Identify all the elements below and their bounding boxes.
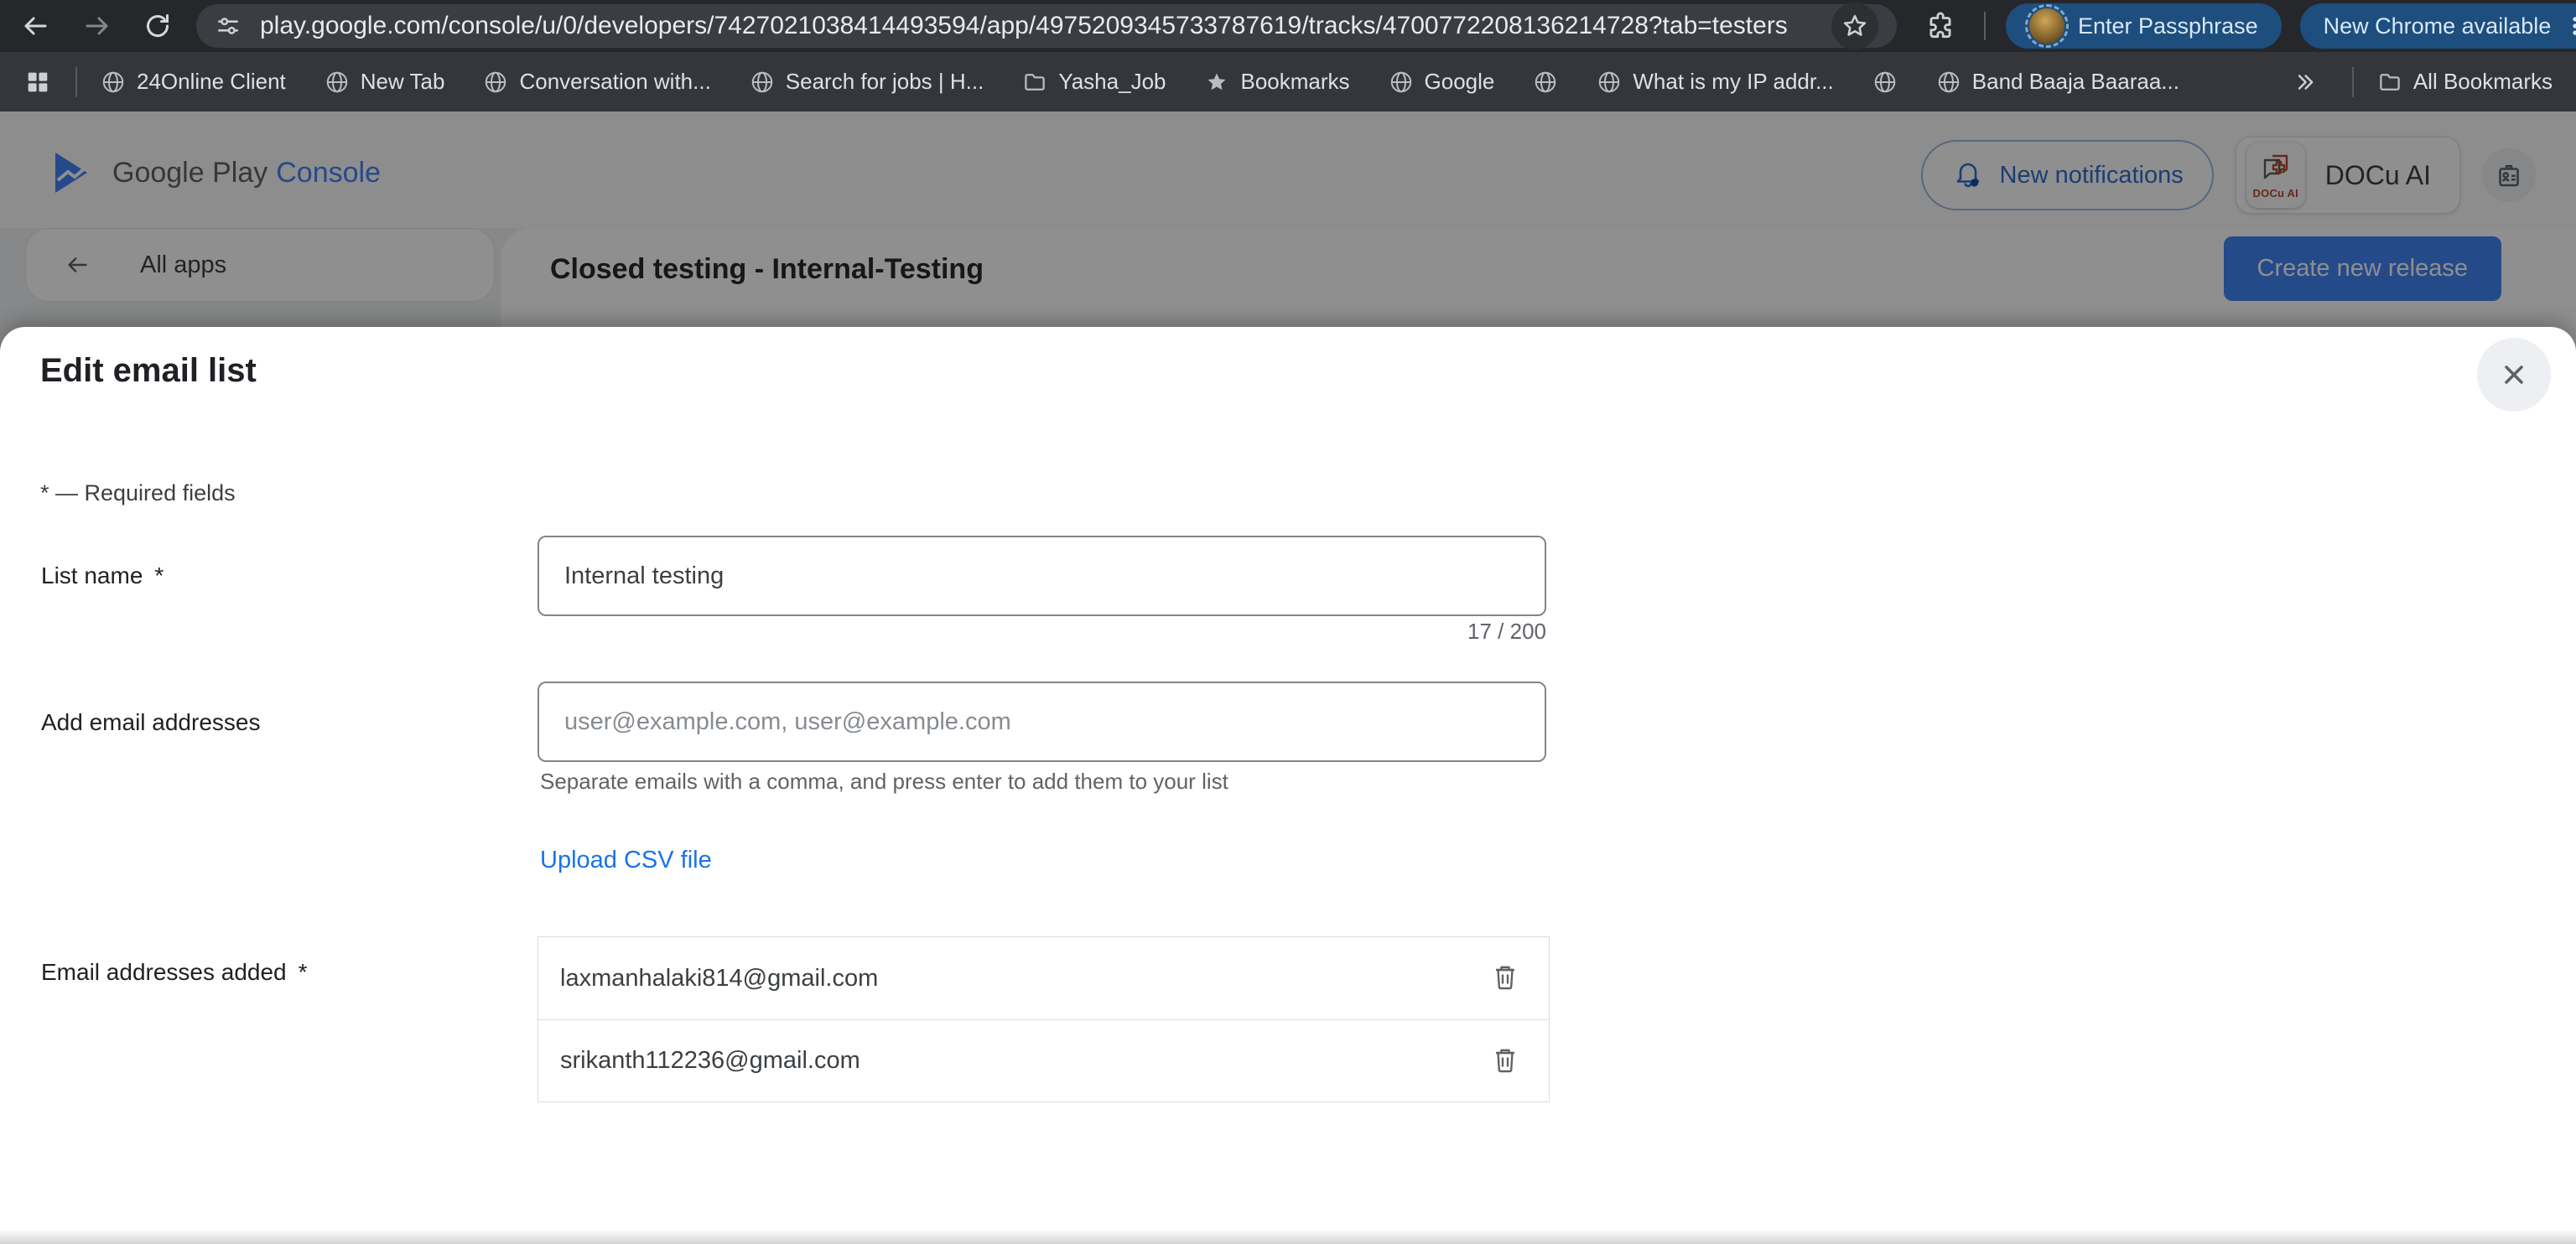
bookmark-item[interactable]: New Tab [325, 69, 445, 95]
globe-icon [750, 70, 775, 95]
star-icon [1204, 70, 1229, 95]
star-outline-icon [1841, 12, 1869, 40]
dialog-title: Edit email list [40, 352, 257, 390]
chevron-double-right-icon [2293, 70, 2318, 95]
delete-email-button[interactable] [1482, 955, 1529, 1002]
bookmark-label: Band Baaja Baaraa... [1972, 69, 2179, 95]
globe-icon [325, 70, 350, 95]
bookmark-label: Google [1425, 69, 1495, 95]
new-chrome-chip[interactable]: New Chrome available [2300, 3, 2576, 49]
globe-icon [1389, 70, 1414, 95]
forward-icon [82, 11, 112, 41]
character-counter: 17 / 200 [538, 619, 1546, 645]
list-name-label: List name * [41, 562, 164, 589]
bookmarks-overflow-button[interactable] [2282, 59, 2329, 106]
bookmark-label: Search for jobs | H... [786, 69, 984, 95]
bookmarks-bar: 24Online Client New Tab Conversation with.… [0, 52, 2576, 111]
add-emails-helper-text: Separate emails with a comma, and press … [540, 769, 1228, 795]
trash-icon [1488, 1044, 1522, 1078]
email-address: srikanth112236@gmail.com [560, 1047, 1482, 1075]
bookmarks-separator [75, 67, 77, 97]
bookmarks-separator-2 [2352, 67, 2354, 97]
url-text: play.google.com/console/u/0/developers/7… [260, 12, 1826, 40]
close-icon [2498, 359, 2530, 391]
bookmark-item[interactable] [1533, 70, 1558, 95]
globe-icon [1872, 70, 1898, 95]
bookmark-label: New Tab [361, 69, 445, 95]
globe-icon [1936, 70, 1961, 95]
reload-icon [143, 11, 173, 41]
edit-email-list-dialog: Edit email list * — Required fields List… [0, 327, 2576, 1244]
all-bookmarks-label: All Bookmarks [2413, 69, 2553, 95]
puzzle-icon [1924, 10, 1956, 42]
apps-grid-icon [23, 68, 52, 96]
kebab-menu-icon [2563, 13, 2576, 39]
toolbar-separator [1984, 12, 1986, 40]
email-list: laxmanhalaki814@gmail.com srikanth112236… [538, 936, 1550, 1102]
apps-grid-button[interactable] [23, 68, 52, 96]
site-settings-icon [215, 13, 242, 39]
bookmark-item[interactable]: Conversation with... [483, 69, 710, 95]
globe-icon [483, 70, 508, 95]
bookmark-item[interactable]: Google [1389, 69, 1495, 95]
bookmarks-right: All Bookmarks [2282, 59, 2553, 106]
folder-icon [1022, 70, 1047, 95]
bookmark-item[interactable] [1872, 70, 1898, 95]
emails-added-label-text: Email addresses added [41, 959, 287, 985]
email-row: laxmanhalaki814@gmail.com [538, 937, 1549, 1019]
bookmark-label: Bookmarks [1240, 69, 1349, 95]
bookmark-label: Conversation with... [519, 69, 710, 95]
bookmark-item[interactable]: Yasha_Job [1022, 69, 1166, 95]
bookmark-label: What is my IP addr... [1633, 69, 1833, 95]
enter-passphrase-label: Enter Passphrase [2078, 13, 2258, 39]
bookmark-star-button[interactable] [1831, 3, 1878, 49]
all-bookmarks-button[interactable]: All Bookmarks [2377, 69, 2553, 95]
reload-button[interactable] [136, 4, 179, 48]
trash-icon [1488, 962, 1522, 995]
bookmarks-list: 24Online Client New Tab Conversation with.… [101, 69, 2218, 95]
bookmark-label: 24Online Client [137, 69, 286, 95]
upload-csv-link[interactable]: Upload CSV file [540, 847, 712, 874]
profile-avatar [2029, 8, 2064, 44]
email-row: srikanth112236@gmail.com [538, 1019, 1549, 1101]
modal-footer-edge [0, 1229, 2576, 1244]
emails-added-label: Email addresses added * [41, 959, 308, 986]
folder-icon [2377, 70, 2402, 95]
email-address: laxmanhalaki814@gmail.com [560, 965, 1482, 993]
globe-icon [1597, 70, 1622, 95]
bookmark-item[interactable]: 24Online Client [101, 69, 286, 95]
globe-icon [101, 70, 126, 95]
address-bar[interactable]: play.google.com/console/u/0/developers/7… [196, 4, 1897, 48]
bookmark-label: Yasha_Job [1058, 69, 1166, 95]
emails-added-required-mark: * [299, 959, 308, 985]
globe-icon [1533, 70, 1558, 95]
bookmark-item[interactable]: Band Baaja Baaraa... [1936, 69, 2179, 95]
forward-button[interactable] [75, 4, 119, 48]
enter-passphrase-chip[interactable]: Enter Passphrase [2006, 3, 2282, 49]
list-name-input[interactable] [538, 536, 1546, 616]
required-fields-note: * — Required fields [40, 480, 236, 506]
bookmark-item[interactable]: What is my IP addr... [1597, 69, 1833, 95]
screen: play.google.com/console/u/0/developers/7… [0, 0, 2576, 1244]
delete-email-button[interactable] [1482, 1038, 1529, 1085]
add-emails-input[interactable] [538, 682, 1546, 762]
new-chrome-label: New Chrome available [2324, 13, 2552, 39]
list-name-required-mark: * [154, 562, 164, 588]
list-name-label-text: List name [41, 562, 143, 588]
add-emails-label: Add email addresses [41, 709, 260, 736]
browser-toolbar: play.google.com/console/u/0/developers/7… [0, 0, 2576, 52]
back-button[interactable] [13, 4, 57, 48]
bookmark-item[interactable]: Bookmarks [1204, 69, 1349, 95]
close-dialog-button[interactable] [2477, 338, 2551, 412]
back-icon [20, 11, 50, 41]
bookmark-item[interactable]: Search for jobs | H... [750, 69, 984, 95]
extensions-button[interactable] [1917, 3, 1964, 49]
